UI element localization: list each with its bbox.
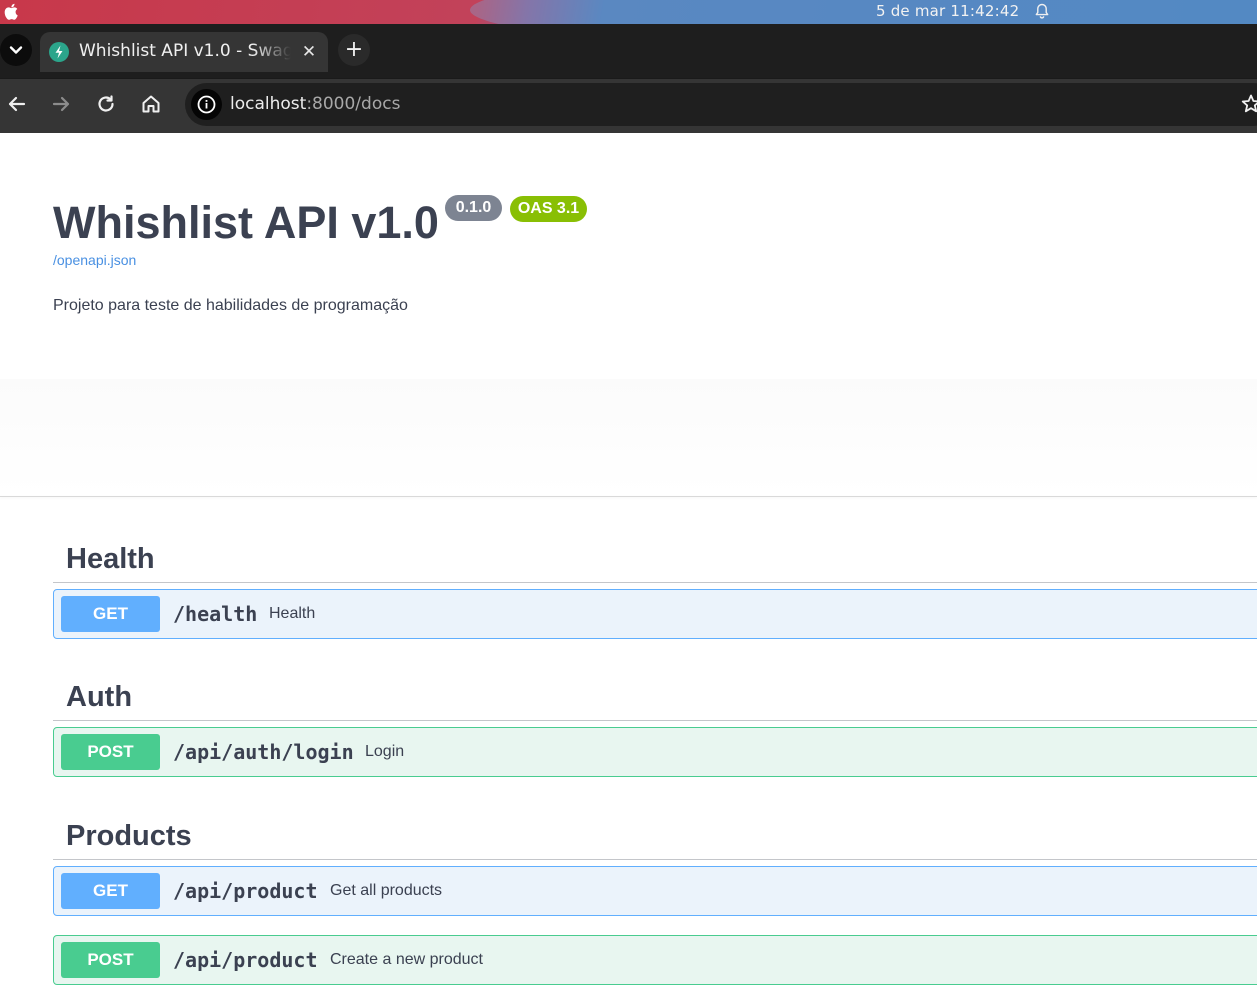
operation-post-login[interactable]: POST /api/auth/login Login [53,727,1257,777]
url-host: localhost [230,94,307,114]
bookmark-star-icon[interactable] [1240,93,1257,115]
tag-header-health[interactable]: Health [53,527,1257,583]
close-tab-icon[interactable]: ✕ [300,43,318,61]
back-arrow-icon[interactable] [6,93,28,115]
tab-list-button[interactable] [0,34,32,66]
method-badge: POST [61,942,160,978]
address-bar[interactable]: localhost:8000/docs [185,83,1257,126]
api-info: Whishlist API v1.0 0.1.0 OAS 3.1 /openap… [0,133,1257,379]
url-path: :8000/docs [306,94,401,114]
info-icon [197,95,216,114]
tag-title: Health [66,543,155,575]
url-text[interactable]: localhost:8000/docs [230,94,400,114]
oas-version-badge: OAS 3.1 [510,196,587,222]
openapi-spec-link[interactable]: /openapi.json [53,252,136,268]
apple-icon[interactable] [4,3,18,20]
chevron-down-icon [9,46,23,54]
operation-summary: Get all products [330,882,443,899]
system-top-bar: 5 de mar 11:42:42 [0,0,1257,24]
method-badge: GET [61,596,160,632]
swagger-ui: Whishlist API v1.0 0.1.0 OAS 3.1 /openap… [0,133,1257,999]
wallpaper-wave [470,0,1257,24]
fastapi-favicon-icon [49,42,69,62]
tag-title: Products [66,820,192,852]
notification-bell-icon[interactable] [1034,3,1050,20]
operation-summary: Create a new product [330,951,483,968]
forward-arrow-icon[interactable] [50,93,72,115]
scheme-container [0,379,1257,496]
operation-get-health[interactable]: GET /health Health [53,589,1257,639]
page-title: Whishlist API v1.0 [53,197,439,248]
site-info-button[interactable] [191,89,222,120]
operation-path: /api/product [173,948,318,972]
browser-navigation-bar: localhost:8000/docs [0,78,1257,133]
new-tab-button[interactable]: + [338,34,370,66]
operation-summary: Login [365,743,405,760]
system-clock[interactable]: 5 de mar 11:42:42 [876,2,1019,20]
tag-title: Auth [66,681,133,713]
api-description: Projeto para teste de habilidades de pro… [53,297,408,314]
home-icon[interactable] [140,93,162,115]
tag-header-auth[interactable]: Auth [53,665,1257,721]
section-divider [0,496,1257,497]
operation-get-products[interactable]: GET /api/product Get all products [53,866,1257,916]
tab-swagger[interactable]: Whishlist API v1.0 - Swagger UI ✕ [40,32,328,72]
operation-summary: Health [269,605,316,622]
tag-header-products[interactable]: Products [53,804,1257,860]
tag-section-health: Health GET /health Health [53,527,1257,639]
browser-tab-strip: Whishlist API v1.0 - Swagger UI ✕ + [0,24,1257,78]
method-badge: GET [61,873,160,909]
tab-title: Whishlist API v1.0 - Swagger UI [79,41,291,61]
method-badge: POST [61,734,160,770]
operation-path: /api/product [173,879,318,903]
operation-path: /api/auth/login [173,740,354,764]
tag-section-products: Products GET /api/product Get all produc… [53,804,1257,985]
version-badge: 0.1.0 [445,195,502,221]
operation-path: /health [173,602,258,626]
tag-section-auth: Auth POST /api/auth/login Login [53,665,1257,777]
reload-icon[interactable] [95,93,117,115]
operation-post-product[interactable]: POST /api/product Create a new product [53,935,1257,985]
